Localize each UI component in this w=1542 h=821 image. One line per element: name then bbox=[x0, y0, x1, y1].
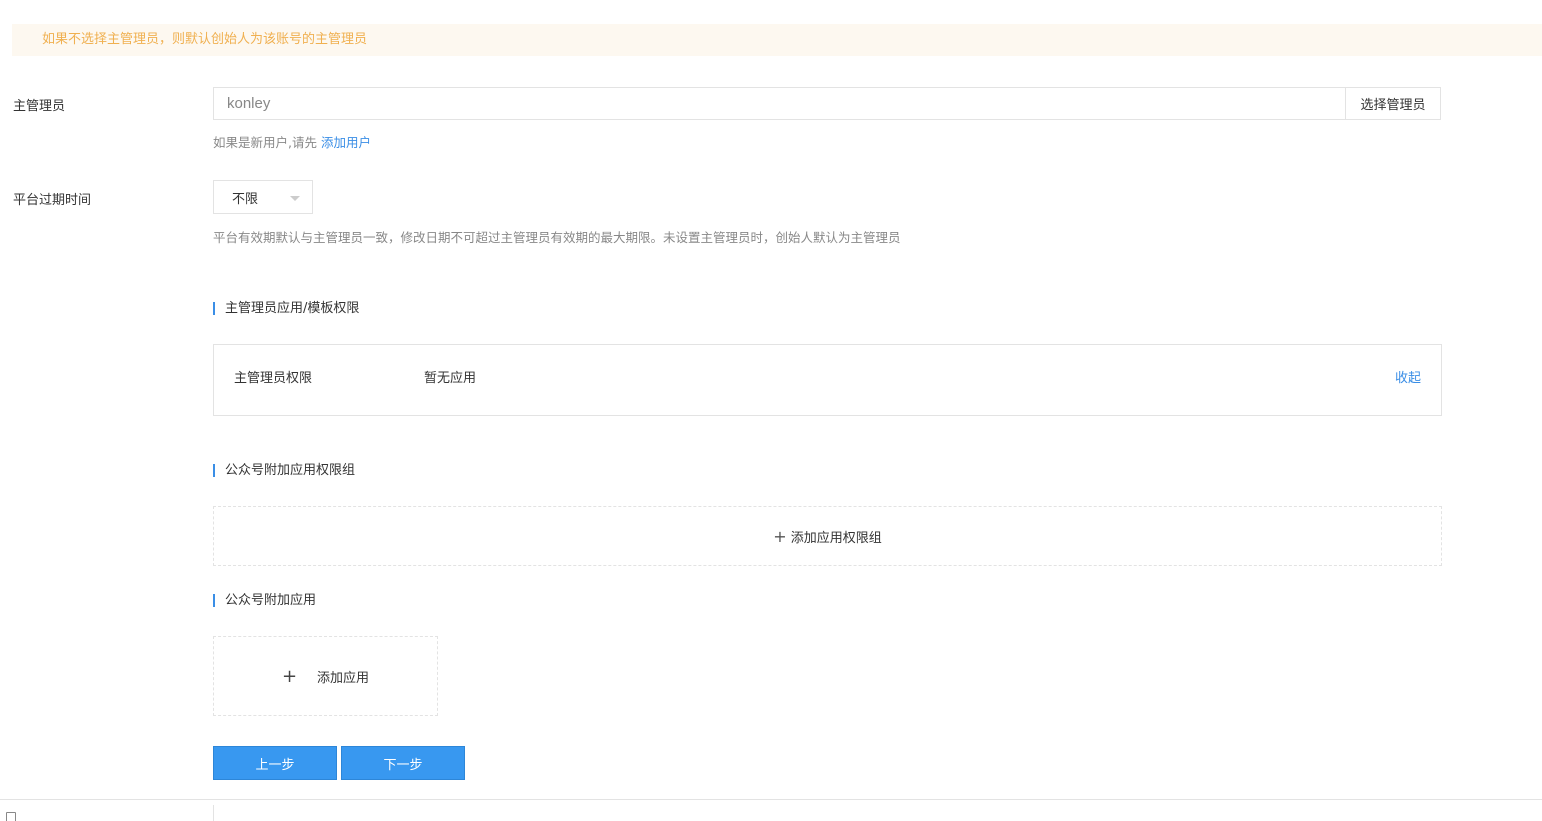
chevron-down-icon bbox=[290, 196, 300, 201]
footer-column-divider bbox=[213, 805, 214, 821]
admin-input[interactable] bbox=[214, 88, 1345, 119]
extra-app-title: 公众号附加应用 bbox=[213, 594, 316, 607]
next-step-button[interactable]: 下一步 bbox=[341, 746, 465, 780]
expire-hint: 平台有效期默认与主管理员一致，修改日期不可超过主管理员有效期的最大期限。未设置主… bbox=[213, 230, 901, 245]
collapse-link[interactable]: 收起 bbox=[1395, 367, 1421, 386]
add-user-link[interactable]: 添加用户 bbox=[321, 135, 371, 150]
admin-label: 主管理员 bbox=[13, 99, 66, 114]
prev-step-button[interactable]: 上一步 bbox=[213, 746, 337, 780]
admin-perm-value: 暂无应用 bbox=[424, 371, 477, 386]
admin-input-group: 选择管理员 bbox=[213, 87, 1441, 120]
add-app-button[interactable]: + 添加应用 bbox=[213, 636, 438, 716]
notice-banner: 如果不选择主管理员，则默认创始人为该账号的主管理员 bbox=[12, 24, 1542, 56]
admin-perm-title: 主管理员应用/模板权限 bbox=[213, 302, 359, 315]
expire-label: 平台过期时间 bbox=[13, 193, 92, 208]
perm-group-title: 公众号附加应用权限组 bbox=[213, 464, 355, 477]
footer-divider bbox=[0, 799, 1542, 800]
select-admin-button[interactable]: 选择管理员 bbox=[1345, 88, 1440, 119]
plus-icon: + bbox=[773, 526, 787, 546]
admin-perm-panel: 主管理员权限 暂无应用 收起 bbox=[213, 344, 1442, 416]
admin-hint: 如果是新用户,请先 添加用户 bbox=[213, 132, 371, 151]
document-icon bbox=[6, 812, 16, 821]
expire-select[interactable]: 不限 bbox=[213, 180, 313, 214]
admin-perm-label: 主管理员权限 bbox=[234, 371, 313, 386]
add-app-label: 添加应用 bbox=[317, 670, 370, 686]
add-perm-group-button[interactable]: + 添加应用权限组 bbox=[213, 506, 1442, 566]
expire-select-value: 不限 bbox=[232, 191, 259, 207]
plus-icon: + bbox=[281, 665, 298, 687]
add-perm-group-label: 添加应用权限组 bbox=[790, 530, 882, 546]
admin-hint-text: 如果是新用户,请先 bbox=[213, 135, 321, 150]
